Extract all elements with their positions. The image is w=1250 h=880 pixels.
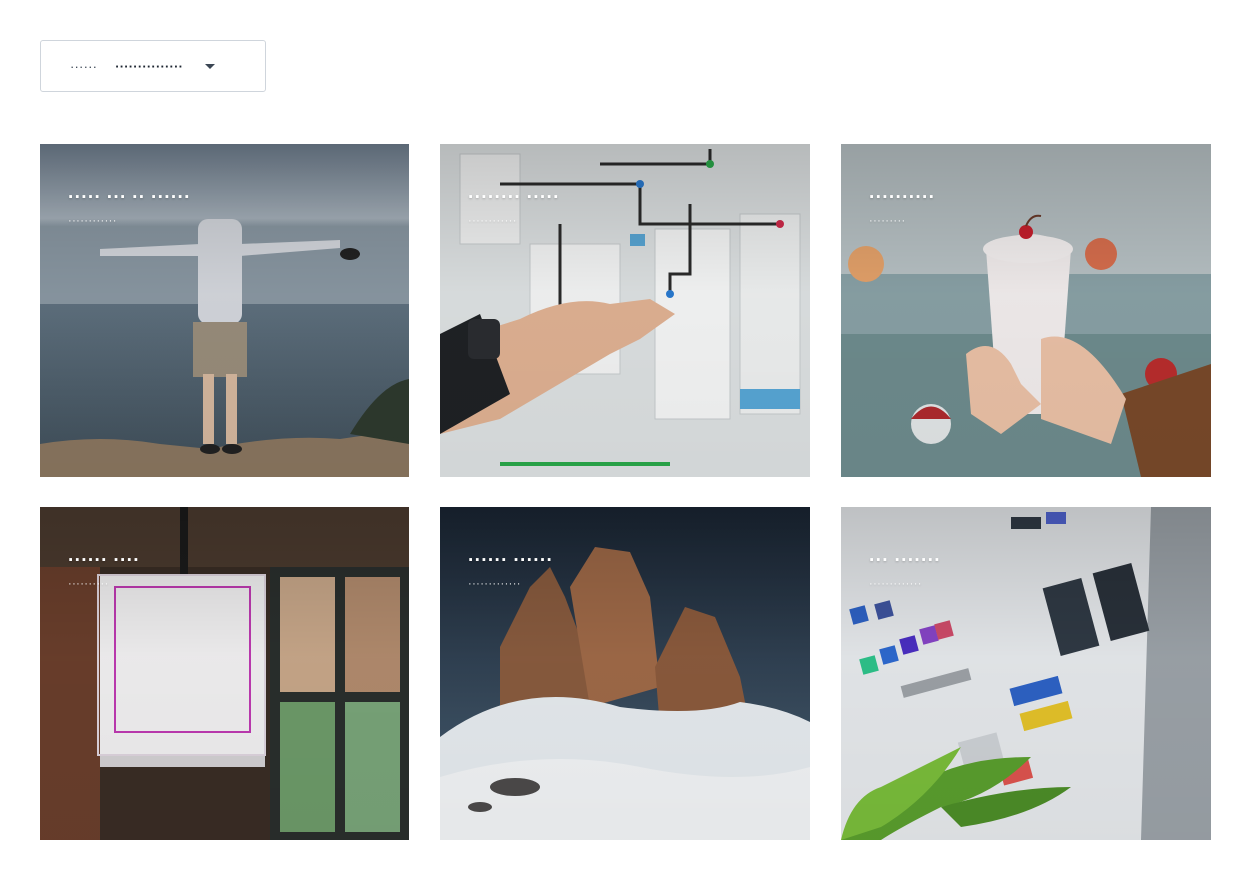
card-subtitle: ············· <box>869 578 922 590</box>
card-subtitle: ·········· <box>68 578 109 590</box>
card-subtitle: ············ <box>468 215 517 227</box>
card-title: ·········· <box>869 187 936 208</box>
projects-page: ······ ··············· ····· ··· ·· ····… <box>0 0 1250 880</box>
caret-down-icon <box>205 63 216 69</box>
card-subtitle: ············ <box>68 215 117 227</box>
project-grid: ····· ··· ·· ······ ············ ·······… <box>40 144 1211 840</box>
project-card[interactable]: ······ ······ ············· <box>440 507 810 840</box>
card-subtitle: ········· <box>869 215 906 227</box>
project-card[interactable]: ····· ··· ·· ······ ············ <box>40 144 409 477</box>
project-card[interactable]: ······ ···· ·········· <box>40 507 409 840</box>
project-card[interactable]: ·········· ········· <box>841 144 1211 477</box>
card-title: ····· ··· ·· ······ <box>68 187 191 208</box>
card-subtitle: ············· <box>468 578 521 590</box>
sort-selected-value: ··············· <box>115 58 184 74</box>
project-card[interactable]: ··· ······· ············· <box>841 507 1211 840</box>
card-title: ······ ···· <box>68 550 140 571</box>
card-title: ········ ····· <box>468 187 560 208</box>
project-card[interactable]: ········ ····· ············ <box>440 144 810 477</box>
card-title: ··· ······· <box>869 550 941 571</box>
sort-dropdown[interactable]: ······ ··············· <box>40 40 266 92</box>
card-title: ······ ······ <box>468 550 554 571</box>
sort-label: ······ <box>70 58 98 74</box>
